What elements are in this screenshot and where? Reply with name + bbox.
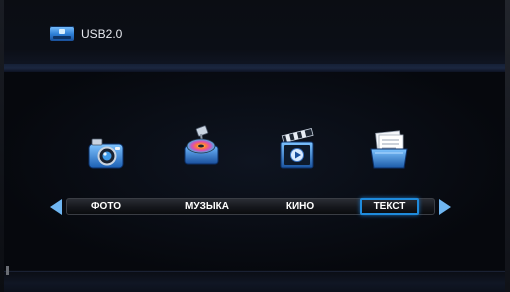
text-folder-icon[interactable] [366, 127, 412, 173]
scroll-right-arrow-icon[interactable] [439, 199, 451, 215]
menu-item-movie[interactable]: КИНО [272, 198, 328, 215]
footer-divider [4, 271, 505, 272]
movie-clapper-icon[interactable] [275, 127, 321, 173]
menu-item-text[interactable]: ТЕКСТ [360, 198, 419, 215]
footer-bar [4, 270, 505, 292]
header-bar [4, 0, 505, 70]
usb-drive-icon [50, 26, 74, 41]
menu-item-photo[interactable]: ФОТО [80, 198, 132, 215]
device-label: USB2.0 [81, 27, 123, 41]
music-projector-icon[interactable] [178, 124, 224, 170]
right-edge [505, 0, 510, 292]
main-area [4, 72, 505, 270]
cursor-marker [6, 266, 9, 275]
photo-camera-icon[interactable] [83, 130, 129, 176]
screen: USB2.0 ФОТО МУЗЫКА КИНО ТЕКСТ [0, 0, 510, 292]
menu-item-music[interactable]: МУЗЫКА [176, 198, 238, 215]
scroll-left-arrow-icon[interactable] [50, 199, 62, 215]
header-divider [4, 64, 505, 72]
